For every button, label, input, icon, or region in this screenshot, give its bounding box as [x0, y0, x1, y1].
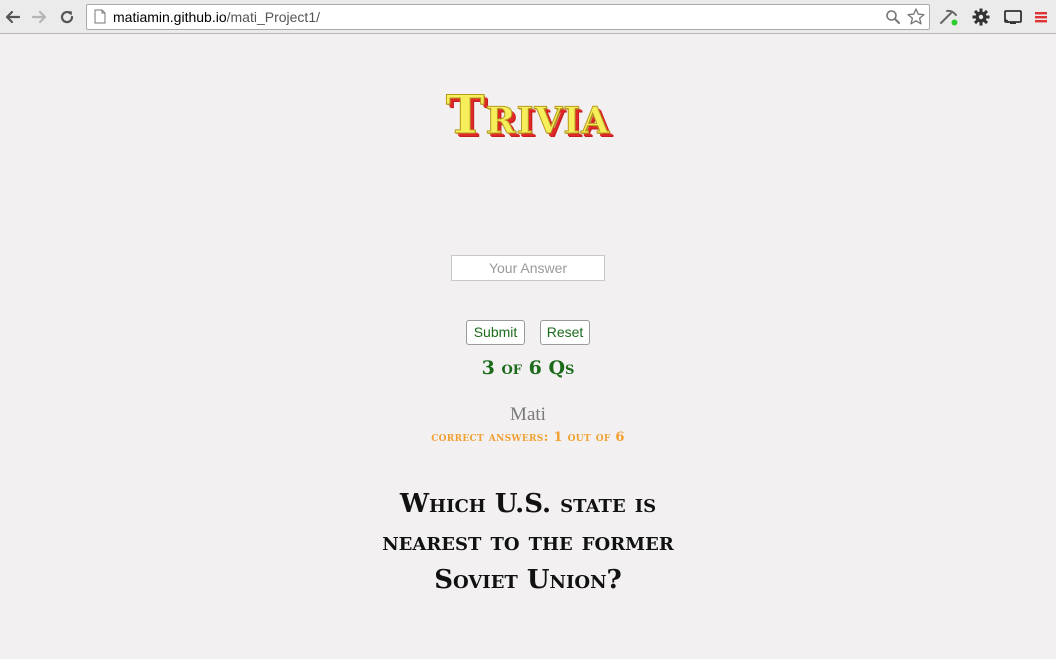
cast-icon — [1004, 10, 1022, 24]
gear-icon — [972, 8, 990, 26]
url-text: matiamin.github.io/mati_Project1/ — [113, 9, 320, 25]
extension-button[interactable] — [938, 6, 960, 28]
page-content: Trivia Submit Reset 3 of 6 Qs Mati corre… — [0, 35, 1056, 659]
submit-button[interactable]: Submit — [466, 320, 525, 345]
browser-toolbar: matiamin.github.io/mati_Project1/ — [0, 0, 1056, 34]
reload-button[interactable] — [56, 6, 78, 28]
answer-input[interactable] — [451, 255, 605, 281]
url-host: matiamin.github.io — [113, 9, 227, 25]
cast-button[interactable] — [1002, 6, 1024, 28]
player-name: Mati — [510, 404, 546, 425]
question-progress: 3 of 6 Qs — [481, 357, 575, 379]
page-icon — [94, 9, 106, 24]
extension-pickaxe-icon — [940, 9, 958, 26]
reset-button[interactable]: Reset — [540, 320, 590, 345]
score-text: correct answers: 1 out of 6 — [431, 430, 625, 445]
settings-button[interactable] — [970, 6, 992, 28]
back-arrow-icon — [5, 10, 21, 24]
forward-arrow-icon — [31, 10, 47, 24]
trivia-logo: Trivia — [445, 85, 611, 147]
bookmark-star-icon[interactable] — [906, 7, 926, 27]
zoom-icon[interactable] — [885, 9, 901, 25]
address-bar[interactable]: matiamin.github.io/mati_Project1/ — [86, 4, 930, 30]
url-path: /mati_Project1/ — [226, 9, 320, 25]
question-text: Which U.S. state is nearest to the forme… — [382, 489, 674, 595]
hamburger-menu-icon — [1035, 12, 1047, 23]
forward-button[interactable] — [28, 6, 50, 28]
reload-icon — [60, 10, 74, 24]
back-button[interactable] — [2, 6, 24, 28]
menu-button[interactable] — [1032, 6, 1054, 28]
